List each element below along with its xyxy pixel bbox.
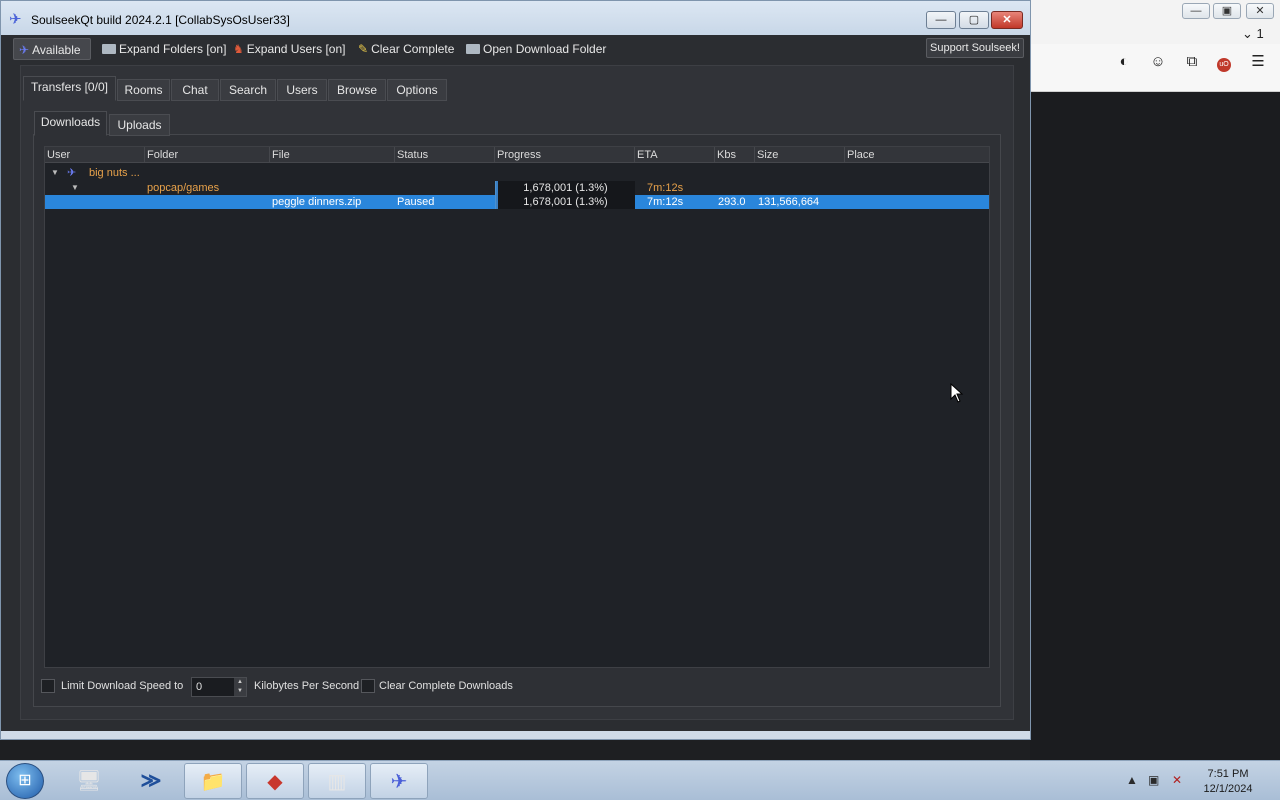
menu-icon[interactable]: ☰ xyxy=(1248,52,1268,72)
taskbar-app-red-icon[interactable]: ◆ xyxy=(246,763,304,799)
folder-open-icon xyxy=(466,44,480,54)
soulseek-window: ✈ SoulseekQt build 2024.2.1 [CollabSysOs… xyxy=(0,0,1031,740)
column-folder[interactable]: Folder xyxy=(145,147,270,163)
tray-expand-icon[interactable]: ▲ xyxy=(1126,773,1138,787)
tab-chat[interactable]: Chat xyxy=(171,79,219,101)
clear-complete-label: Clear Complete Downloads xyxy=(379,680,513,692)
taskbar-soulseek-icon[interactable]: ✈ xyxy=(370,763,428,799)
speed-limit-value: 0 xyxy=(196,681,203,693)
speed-limit-spinbox[interactable]: 0 ▲ ▼ xyxy=(191,677,247,697)
column-kbs[interactable]: Kbs xyxy=(715,147,755,163)
file-name: peggle dinners.zip xyxy=(272,196,362,208)
table-row-folder[interactable]: ▼ popcap/games 1,678,001 (1.3%) 7m:12s xyxy=(45,181,989,195)
taskbar-computer-icon[interactable]: 🖥 xyxy=(60,763,118,799)
column-user[interactable]: User xyxy=(45,147,145,163)
kbs-value: 293.0 xyxy=(718,196,746,208)
spin-arrows-icon[interactable]: ▲ ▼ xyxy=(234,678,246,696)
contrast-icon[interactable]: ◐ xyxy=(1114,52,1134,72)
available-icon: ✈ xyxy=(19,43,30,57)
folder-name: popcap/games xyxy=(147,182,220,194)
support-soulseek-button[interactable]: Support Soulseek! xyxy=(926,38,1024,58)
limit-speed-label: Limit Download Speed to xyxy=(61,680,184,692)
background-browser: — ▣ ✕ ⌄ 1 ◐ ☺ ⧉ uO ☰ xyxy=(1030,0,1280,800)
taskbar-archive-icon[interactable]: ▥ xyxy=(308,763,366,799)
tray-network-icon[interactable]: ▣ xyxy=(1148,773,1159,787)
clear-complete-checkbox[interactable] xyxy=(361,679,375,693)
table-row-file[interactable]: peggle dinners.zip Paused 1,678,001 (1.3… xyxy=(45,195,989,209)
tray-volume-muted-icon[interactable]: ✕ xyxy=(1172,773,1182,787)
tab-users[interactable]: Users xyxy=(277,79,327,101)
column-progress[interactable]: Progress xyxy=(495,147,635,163)
taskbar-powershell-icon[interactable]: ≫ xyxy=(122,763,180,799)
account-icon[interactable]: ☺ xyxy=(1148,52,1168,72)
browser-titlebar: — ▣ ✕ ⌄ 1 xyxy=(1030,0,1280,44)
column-size[interactable]: Size xyxy=(755,147,845,163)
taskbar-clock[interactable]: 7:51 PM 12/1/2024 xyxy=(1192,767,1264,797)
browser-minimize-button[interactable]: — xyxy=(1182,3,1210,19)
tab-search[interactable]: Search xyxy=(220,79,276,101)
clear-complete-button[interactable]: ✎ Clear Complete xyxy=(353,38,459,60)
tab-downloads[interactable]: Downloads xyxy=(34,111,107,136)
kilobytes-label: Kilobytes Per Second xyxy=(254,680,360,692)
window-titlebar: ✈ SoulseekQt build 2024.2.1 [CollabSysOs… xyxy=(1,1,1030,37)
browser-tab-count[interactable]: ⌄ 1 xyxy=(1242,26,1264,42)
user-name: big nuts ... xyxy=(89,167,140,179)
toolbar: ✈ Available Expand Folders [on] ♞ Expand U… xyxy=(1,35,1030,63)
expand-folders-button[interactable]: Expand Folders [on] xyxy=(97,38,231,60)
clock-time: 7:51 PM xyxy=(1207,768,1249,780)
table-header: User Folder File Status Progress ETA Kbs… xyxy=(45,147,989,163)
clock-date: 12/1/2024 xyxy=(1203,783,1253,795)
column-status[interactable]: Status xyxy=(395,147,495,163)
progress-bar: 1,678,001 (1.3%) xyxy=(495,181,635,195)
column-file[interactable]: File xyxy=(270,147,395,163)
window-title: SoulseekQt build 2024.2.1 [CollabSysOsUs… xyxy=(31,13,290,27)
tab-rooms[interactable]: Rooms xyxy=(117,79,170,101)
soulseek-bird-icon: ✈ xyxy=(9,11,22,28)
folder-icon xyxy=(102,44,116,54)
close-button[interactable]: ✕ xyxy=(991,11,1023,29)
expand-arrow-icon[interactable]: ▼ xyxy=(51,166,59,180)
status-available-button[interactable]: ✈ Available xyxy=(13,38,91,60)
size-value: 131,566,664 xyxy=(758,196,820,208)
progress-text: 1,678,001 (1.3%) xyxy=(523,196,608,208)
maximize-button[interactable]: ▢ xyxy=(959,11,989,29)
limit-speed-checkbox[interactable] xyxy=(41,679,55,693)
user-bird-icon: ✈ xyxy=(67,167,77,179)
mouse-cursor-icon xyxy=(950,383,964,403)
users-icon: ♞ xyxy=(233,42,244,56)
taskbar: ⊞ 🖥 ≫ 📁 ◆ ▥ ✈ ▲ ▣ ✕ 7:51 PM 12/1/2024 xyxy=(0,760,1280,800)
expand-users-button[interactable]: ♞ Expand Users [on] xyxy=(228,38,350,60)
ublock-icon[interactable]: uO xyxy=(1214,52,1234,72)
column-eta[interactable]: ETA xyxy=(635,147,715,163)
file-status: Paused xyxy=(397,196,435,208)
browser-toolbar: ◐ ☺ ⧉ uO ☰ xyxy=(1030,44,1280,92)
start-button[interactable]: ⊞ xyxy=(6,763,44,799)
table-row-user[interactable]: ▼ ✈ big nuts ... xyxy=(45,166,989,180)
tab-uploads[interactable]: Uploads xyxy=(109,114,170,136)
broom-icon: ✎ xyxy=(358,42,369,56)
tab-browse[interactable]: Browse xyxy=(328,79,386,101)
downloads-table: User Folder File Status Progress ETA Kbs… xyxy=(44,146,990,668)
extensions-icon[interactable]: ⧉ xyxy=(1182,52,1202,72)
column-place[interactable]: Place xyxy=(845,147,989,163)
browser-maximize-button[interactable]: ▣ xyxy=(1213,3,1241,19)
open-download-folder-button[interactable]: Open Download Folder xyxy=(461,38,611,60)
progress-bar: 1,678,001 (1.3%) xyxy=(495,195,635,209)
expand-arrow-icon[interactable]: ▼ xyxy=(71,181,79,195)
tab-options[interactable]: Options xyxy=(387,79,447,101)
taskbar-explorer-icon[interactable]: 📁 xyxy=(184,763,242,799)
minimize-button[interactable]: — xyxy=(926,11,956,29)
browser-close-button[interactable]: ✕ xyxy=(1246,3,1274,19)
eta-value: 7m:12s xyxy=(647,182,684,194)
progress-text: 1,678,001 (1.3%) xyxy=(523,182,608,194)
tab-transfers[interactable]: Transfers [0/0] xyxy=(23,76,116,101)
eta-value: 7m:12s xyxy=(647,196,684,208)
